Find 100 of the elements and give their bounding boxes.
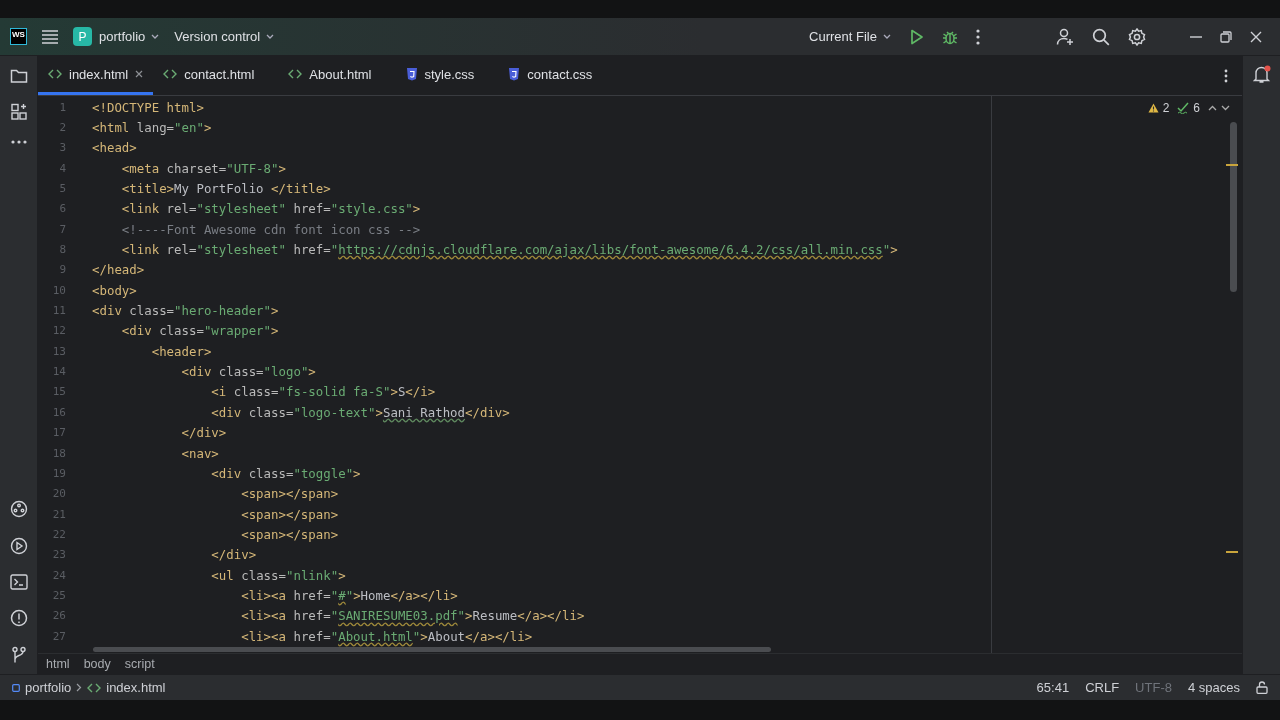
line-number: 15 [51, 385, 66, 399]
code-line: </div> [180, 425, 227, 441]
code-line: <li><a href="#">Home</a></li> [240, 587, 458, 603]
code-line: <span></span> [240, 526, 339, 542]
html-file-icon [87, 682, 102, 693]
editor-tab[interactable]: style.css [395, 56, 485, 95]
line-ending[interactable]: CRLF [1085, 680, 1120, 695]
line-number: 9 [58, 263, 66, 277]
next-icon[interactable] [1221, 105, 1230, 111]
breadcrumb[interactable]: script [124, 657, 155, 671]
code-line: <!----Font Awesome cdn font icon css --> [120, 221, 421, 237]
project-dropdown[interactable]: P portfolio [73, 27, 161, 46]
scrollbar-thumb[interactable] [1230, 122, 1237, 292]
line-number: 26 [51, 609, 66, 623]
breadcrumb[interactable]: html [46, 657, 70, 671]
folder-icon[interactable] [9, 68, 28, 84]
add-user-icon[interactable] [1056, 27, 1074, 46]
line-number: 13 [51, 344, 66, 358]
code-line: <body> [92, 282, 137, 298]
warning-count[interactable]: 2 [1162, 101, 1170, 115]
minimize-icon[interactable] [1190, 35, 1202, 38]
code-line: <div class="wrapper"> [120, 323, 279, 339]
code-line: <header> [150, 343, 212, 359]
structure-icon[interactable] [9, 103, 28, 121]
code-line: <ul class="nlink"> [210, 567, 346, 583]
code-line: <link rel="stylesheet" href="style.css"> [120, 201, 421, 217]
line-number: 2 [58, 121, 66, 134]
caret-icon [882, 32, 892, 41]
run-icon[interactable] [9, 537, 28, 555]
line-number: 4 [58, 161, 66, 175]
module-icon [12, 683, 20, 692]
warning-marker[interactable] [1226, 164, 1238, 166]
code-line: <span></span> [240, 486, 339, 502]
notification-bell-icon[interactable] [1252, 65, 1271, 84]
code-line: <div class="logo"> [180, 364, 316, 380]
css-file-icon [508, 67, 521, 81]
previous-icon[interactable] [1208, 105, 1217, 111]
line-number: 8 [58, 243, 66, 257]
line-number: 3 [58, 141, 66, 155]
code-line: <!DOCTYPE html> [92, 99, 204, 115]
warning-icon [1147, 103, 1159, 113]
scrollbar-thumb[interactable] [93, 647, 771, 652]
line-number: 24 [51, 568, 66, 582]
line-number: 27 [51, 629, 66, 643]
line-number: 25 [51, 588, 66, 602]
app-logo[interactable]: WS [10, 28, 27, 45]
breadcrumb[interactable]: index.html [106, 680, 166, 695]
code-line: <nav> [180, 445, 219, 461]
code-line: <li><a href="About.html">About</a></li> [240, 628, 533, 644]
lock-icon[interactable] [1256, 681, 1268, 694]
line-number: 16 [51, 405, 66, 419]
breadcrumb[interactable]: body [83, 657, 111, 671]
html-file-icon [48, 69, 62, 79]
menu-icon[interactable] [41, 29, 59, 44]
code-line: <span></span> [240, 506, 339, 522]
bug-icon[interactable] [942, 28, 958, 45]
code-line: <html lang="en"> [92, 120, 212, 135]
problems-icon[interactable] [9, 609, 28, 627]
editor-tab[interactable]: contact.html [153, 56, 265, 95]
breadcrumb[interactable]: portfolio [25, 680, 72, 695]
run-config-dropdown[interactable]: Current File [809, 29, 892, 44]
code-line: <div class="hero-header"> [92, 303, 279, 319]
editor-tab[interactable]: About.html [278, 56, 382, 95]
editor-tab[interactable]: index.html [38, 56, 154, 95]
html-file-icon [288, 69, 303, 79]
code-line: <div class="toggle"> [210, 465, 361, 481]
settings-icon[interactable] [1128, 27, 1146, 46]
git-branch-icon[interactable] [10, 646, 27, 664]
line-number: 7 [58, 222, 66, 236]
restore-icon[interactable] [1220, 30, 1232, 43]
line-number: 18 [51, 446, 66, 460]
more-icon[interactable] [976, 28, 980, 45]
passed-count[interactable]: 6 [1193, 101, 1200, 115]
code-line: <div class="logo-text">Sani Rathod</div> [210, 404, 510, 420]
code-line: <li><a href="SANIRESUME03.pdf">Resume</a></li> [240, 608, 585, 624]
version-control-dropdown[interactable]: Version control [174, 29, 276, 44]
line-number: 22 [51, 527, 66, 541]
code-line: <i class="fs-solid fa-S">S</i> [210, 384, 436, 400]
search-icon[interactable] [1092, 27, 1110, 46]
chevron-icon [76, 683, 83, 692]
caret-position[interactable]: 65:41 [1036, 680, 1070, 695]
caret-icon [150, 32, 161, 41]
code-line: </div> [210, 547, 257, 563]
line-number: 5 [58, 182, 66, 196]
more-icon[interactable] [1224, 68, 1228, 83]
terminal-icon[interactable] [9, 574, 28, 590]
close-tab-icon[interactable] [135, 70, 144, 78]
run-icon[interactable] [910, 28, 924, 45]
code-line: </head> [92, 262, 145, 278]
code-line: <title>My PortFolio </title> [120, 181, 331, 197]
warning-marker[interactable] [1226, 551, 1238, 553]
indent-setting[interactable]: 4 spaces [1187, 680, 1240, 695]
editor-tab[interactable]: contact.css [498, 56, 603, 95]
more-icon[interactable] [10, 140, 27, 144]
code-line: <meta charset="UTF-8"> [120, 160, 286, 176]
line-number: 10 [51, 283, 66, 297]
plugin-icon[interactable] [9, 500, 28, 518]
close-icon[interactable] [1250, 30, 1262, 43]
html-file-icon [163, 69, 178, 79]
caret-icon [265, 32, 276, 41]
